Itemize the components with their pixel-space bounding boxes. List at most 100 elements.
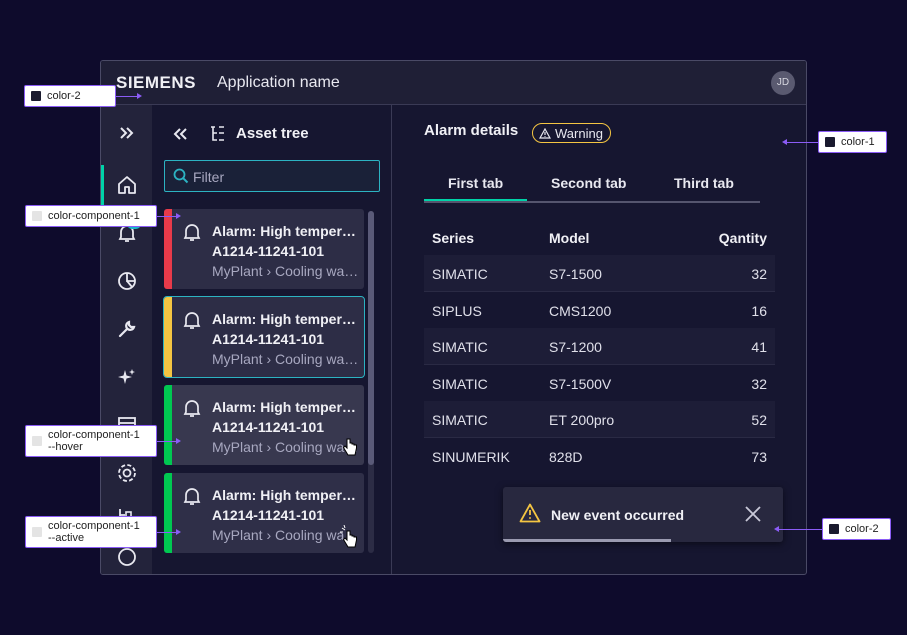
app-name: Application name (217, 74, 340, 91)
status-badge-label: Warning (555, 125, 603, 141)
filter-input[interactable]: Filter (164, 160, 380, 192)
click-cursor-icon (340, 525, 357, 548)
cell-model: S7-1500V (549, 376, 612, 392)
double-chevron-right-icon (119, 127, 133, 139)
wrench-icon (118, 320, 135, 338)
alarm-card[interactable]: Alarm: High temperature A1214-11241-101 … (164, 385, 364, 465)
alarm-id: A1214-11241-101 (212, 419, 325, 435)
annotation-arrow (116, 93, 142, 99)
color-annotation: color-component-1 --hover (25, 425, 157, 457)
column-header-quantity[interactable]: Qantity (719, 230, 767, 246)
table-row[interactable]: SIMATIC S7-1500V 32 (424, 364, 775, 401)
color-swatch (32, 436, 42, 446)
toast-progress (503, 539, 671, 542)
bell-icon (183, 400, 201, 417)
table-row[interactable]: SIPLUS CMS1200 16 (424, 291, 775, 328)
details-title: Alarm details (424, 122, 519, 139)
tab-first[interactable]: First tab (448, 175, 503, 191)
warning-icon (539, 127, 551, 139)
cell-model: 828D (549, 449, 583, 465)
table-row[interactable]: SINUMERIK 828D 73 (424, 437, 775, 474)
sidebar-item-analytics[interactable] (101, 261, 152, 301)
cell-quantity: 41 (751, 339, 767, 355)
annotation-label: color-2 (845, 523, 879, 535)
color-swatch (31, 91, 41, 101)
table-row[interactable]: SIMATIC ET 200pro 52 (424, 401, 775, 437)
sidebar (101, 105, 152, 574)
cell-quantity: 32 (751, 376, 767, 392)
status-stripe (164, 473, 172, 553)
active-tab-indicator (424, 199, 527, 201)
cell-model: ET 200pro (549, 412, 615, 428)
sidebar-item-ai[interactable] (101, 357, 152, 397)
color-swatch (32, 527, 42, 537)
help-icon (117, 548, 136, 566)
alarm-title: Alarm: High temperature (212, 399, 360, 415)
bell-icon (183, 488, 201, 505)
cell-model: S7-1200 (549, 339, 602, 355)
tab-bar: First tab Second tab Third tab (424, 167, 760, 203)
annotation-arrow (157, 213, 181, 219)
status-stripe (164, 297, 172, 377)
avatar[interactable]: JD (771, 71, 795, 95)
annotation-arrow (157, 438, 181, 444)
close-icon[interactable] (743, 504, 763, 524)
annotation-label: color-component-1 --active (48, 520, 140, 544)
column-header-series[interactable]: Series (432, 230, 474, 246)
color-swatch (829, 524, 839, 534)
annotation-label: color-2 (47, 90, 81, 102)
cell-series: SIMATIC (432, 376, 488, 392)
annotation-label: color-1 (841, 136, 875, 148)
color-annotation: color-1 (818, 131, 887, 153)
cell-quantity: 52 (751, 412, 767, 428)
alarm-path: MyPlant › Cooling water system (212, 439, 360, 455)
sidebar-item-home[interactable] (101, 165, 152, 205)
status-badge: Warning (532, 123, 611, 143)
color-annotation: color-component-1 (25, 205, 157, 227)
pie-chart-icon (117, 272, 136, 290)
alarm-title: Alarm: High temperature (212, 487, 360, 503)
color-annotation: color-2 (24, 85, 116, 107)
table-row[interactable]: SIMATIC S7-1200 41 (424, 328, 775, 364)
cell-model: CMS1200 (549, 303, 612, 319)
sidebar-item-maintenance[interactable] (101, 309, 152, 349)
cell-series: SIPLUS (432, 303, 482, 319)
filter-placeholder: Filter (193, 169, 225, 185)
tab-second[interactable]: Second tab (551, 175, 626, 191)
sparkle-icon (117, 369, 135, 384)
alarm-card[interactable]: Alarm: High temperature A1214-11241-101 … (163, 296, 365, 378)
search-icon (173, 168, 189, 184)
annotation-arrow (157, 529, 181, 535)
alarm-title: Alarm: High temperature (212, 311, 360, 327)
brand-logo[interactable]: SIEMENS (116, 73, 196, 93)
collapse-panel-icon[interactable] (172, 127, 188, 141)
bell-icon (183, 312, 201, 329)
annotation-arrow (782, 139, 818, 145)
scrollbar-thumb[interactable] (368, 211, 374, 465)
annotation-arrow (774, 526, 822, 532)
alarm-path: MyPlant › Cooling water system (212, 263, 360, 279)
sidebar-item-settings[interactable] (101, 453, 152, 493)
sidebar-toggle-button[interactable] (101, 113, 152, 153)
alarm-card[interactable]: Alarm: High temperature A1214-11241-101 … (164, 473, 364, 553)
asset-tree-title: Asset tree (236, 125, 309, 142)
tab-third[interactable]: Third tab (674, 175, 734, 191)
alarm-title: Alarm: High temperature (212, 223, 360, 239)
hand-cursor-icon (342, 438, 357, 456)
cell-series: SIMATIC (432, 412, 488, 428)
alarm-card[interactable]: Alarm: High temperature A1214-11241-101 … (164, 209, 364, 289)
scrollbar[interactable] (368, 211, 374, 553)
cell-model: S7-1500 (549, 266, 602, 282)
status-stripe (164, 209, 172, 289)
alarm-id: A1214-11241-101 (212, 331, 325, 347)
table-header-row: Series Model Qantity (424, 219, 775, 255)
data-table: Series Model Qantity SIMATIC S7-1500 32 … (424, 219, 775, 474)
alarm-id: A1214-11241-101 (212, 507, 325, 523)
cell-quantity: 16 (751, 303, 767, 319)
table-row[interactable]: SIMATIC S7-1500 32 (424, 255, 775, 291)
column-header-model[interactable]: Model (549, 230, 589, 246)
bell-icon (183, 224, 201, 241)
alarm-path: MyPlant › Cooling water system (212, 351, 360, 367)
alarm-path: MyPlant › Cooling water system (212, 527, 360, 543)
annotation-label: color-component-1 --hover (48, 429, 140, 453)
